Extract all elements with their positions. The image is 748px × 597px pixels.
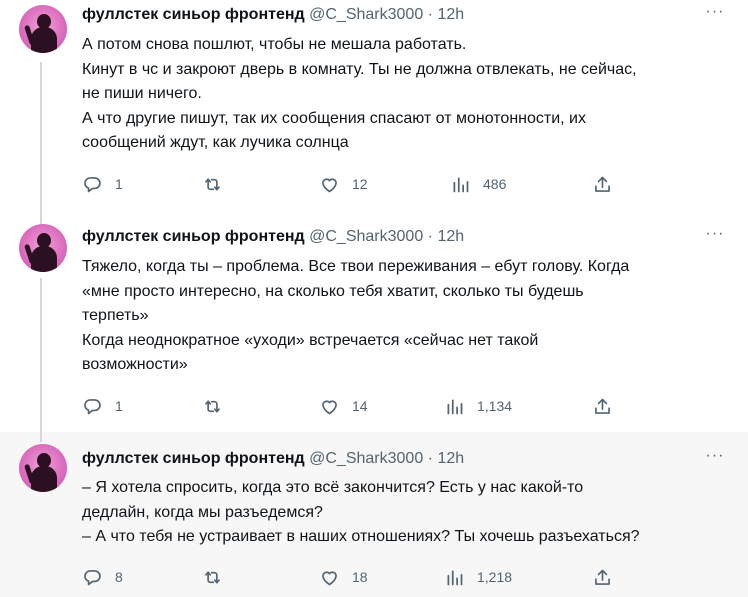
more-options-button[interactable]: ···	[705, 4, 725, 26]
retweet-icon	[202, 396, 223, 417]
tweet-text-line: А потом снова пошлют, чтобы не мешала ра…	[82, 36, 467, 53]
more-options-button[interactable]: ···	[705, 448, 725, 470]
reply-count: 1	[115, 176, 123, 192]
thread-line	[40, 278, 42, 432]
like-count: 18	[352, 569, 368, 585]
retweet-button[interactable]	[202, 565, 235, 589]
tweet-text: Тяжело, когда ты – проблема. Все твои пе…	[82, 255, 722, 378]
tweet-text-line: А что другие пишут, так их сообщения спа…	[82, 109, 586, 127]
retweet-icon	[202, 567, 223, 588]
reply-button[interactable]: 1	[82, 172, 123, 196]
like-icon	[319, 567, 340, 588]
timestamp[interactable]: 12h	[437, 228, 464, 245]
separator-dot: ·	[427, 228, 433, 245]
reply-count: 8	[115, 569, 123, 585]
retweet-button[interactable]	[202, 172, 235, 196]
tweet-text: – Я хотела спросить, когда это всё закон…	[82, 476, 722, 550]
tweet-header: фуллстек синьор фронтенд @C_Shark3000 · …	[82, 4, 464, 26]
author-name[interactable]: фуллстек синьор фронтенд	[82, 6, 305, 23]
tweet-text: А потом снова пошлют, чтобы не мешала ра…	[82, 33, 722, 156]
views-button[interactable]: 486	[450, 172, 506, 196]
like-icon	[319, 396, 340, 417]
reply-icon	[82, 567, 103, 588]
reply-icon	[82, 174, 103, 195]
avatar[interactable]	[19, 224, 67, 272]
tweet[interactable]: фуллстек синьор фронтенд @C_Shark3000 · …	[0, 0, 748, 214]
like-count: 12	[352, 176, 368, 192]
views-count: 1,134	[477, 398, 513, 414]
share-icon	[592, 174, 613, 195]
reply-icon	[82, 396, 103, 417]
tweet-text-line: Кинут в чс и закроют дверь в комнату. Ты…	[82, 60, 637, 78]
timestamp[interactable]: 12h	[437, 450, 464, 467]
views-button[interactable]: 1,134	[444, 394, 512, 418]
tweet-text-line: «мне просто интересно, на сколько тебя х…	[82, 282, 584, 300]
action-bar: 8 18 1,218	[82, 565, 642, 589]
retweet-button[interactable]	[202, 394, 235, 418]
share-icon	[592, 396, 613, 417]
like-button[interactable]: 12	[319, 172, 368, 196]
like-icon	[319, 174, 340, 195]
author-name[interactable]: фуллстек синьор фронтенд	[82, 450, 305, 467]
views-count: 1,218	[477, 569, 513, 585]
thread-line	[40, 214, 42, 224]
tweet-text-line: – Я хотела спросить, когда это всё закон…	[82, 479, 584, 496]
thread-line	[40, 62, 42, 214]
author-handle[interactable]: @C_Shark3000	[309, 6, 423, 23]
tweet-header: фуллстек синьор фронтенд @C_Shark3000 · …	[82, 448, 464, 470]
tweet-text-line: – А что тебя не устраивает в наших отнош…	[82, 528, 640, 545]
avatar[interactable]	[19, 444, 67, 492]
tweet-text-line: Тяжело, когда ты – проблема. Все твои пе…	[82, 258, 630, 275]
views-icon	[450, 174, 471, 195]
tweet-header: фуллстек синьор фронтенд @C_Shark3000 · …	[82, 226, 464, 248]
reply-count: 1	[115, 398, 123, 414]
action-bar: 1 14 1,134	[82, 394, 642, 418]
author-name[interactable]: фуллстек синьор фронтенд	[82, 228, 305, 245]
tweet-text-line: Когда неоднократное «уходи» встречается …	[82, 331, 539, 349]
views-count: 486	[483, 176, 507, 192]
avatar[interactable]	[19, 5, 67, 53]
more-options-button[interactable]: ···	[705, 226, 725, 248]
like-button[interactable]: 18	[319, 565, 368, 589]
author-handle[interactable]: @C_Shark3000	[309, 228, 423, 245]
share-button[interactable]	[592, 565, 613, 589]
timestamp[interactable]: 12h	[437, 6, 464, 23]
separator-dot: ·	[427, 450, 433, 467]
share-button[interactable]	[592, 172, 613, 196]
action-bar: 1 12 486	[82, 172, 642, 196]
tweet-text-line: сообщений ждут, как лучика солнца	[82, 134, 349, 151]
views-button[interactable]: 1,218	[444, 565, 512, 589]
like-button[interactable]: 14	[319, 394, 368, 418]
tweet[interactable]: фуллстек синьор фронтенд @C_Shark3000 · …	[0, 432, 748, 597]
views-icon	[444, 396, 465, 417]
tweet[interactable]: фуллстек синьор фронтенд @C_Shark3000 · …	[0, 214, 748, 432]
tweet-text-line: терпеть»	[82, 307, 149, 324]
reply-button[interactable]: 1	[82, 394, 123, 418]
reply-button[interactable]: 8	[82, 565, 123, 589]
share-icon	[592, 567, 613, 588]
share-button[interactable]	[592, 394, 613, 418]
tweet-text-line: возможности»	[82, 356, 188, 373]
thread-line	[40, 432, 42, 442]
views-icon	[444, 567, 465, 588]
like-count: 14	[352, 398, 368, 414]
tweet-text-line: дедлайн, когда мы разъедемся?	[82, 503, 323, 521]
tweet-text-line: не пиши ничего.	[82, 85, 202, 102]
retweet-icon	[202, 174, 223, 195]
separator-dot: ·	[427, 6, 433, 23]
author-handle[interactable]: @C_Shark3000	[309, 450, 423, 467]
